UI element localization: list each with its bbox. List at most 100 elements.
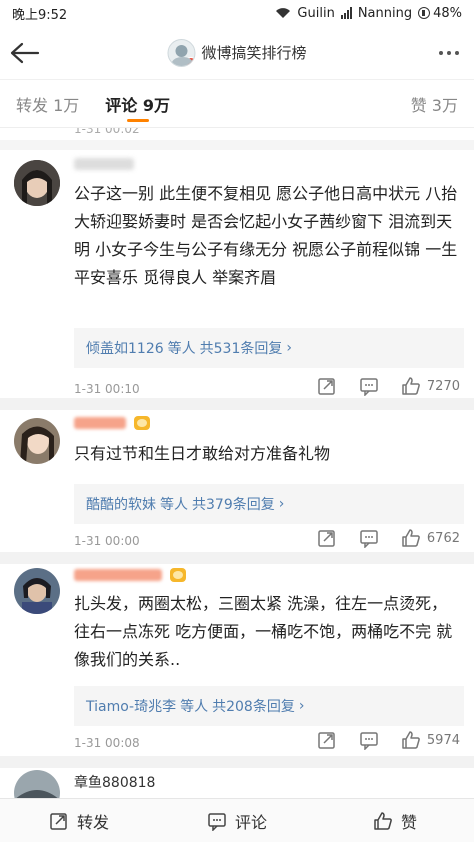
bottom-bar: 转发 评论 赞	[0, 798, 474, 842]
comment-text: 扎头发，两圈太松，三圈太紧 洗澡，往左一点烫死，往右一点冻死 吃方便面，一桶吃不…	[74, 594, 453, 669]
comment-item: 只有过节和生日才敢给对方准备礼物 酷酷的软妹 等人 共379条回复 › 1-31…	[0, 410, 474, 552]
comment-text: 公子这一别 此生便不复相见 愿公子他日高中状元 八抬大轿迎娶娇妻时 是否会忆起小…	[74, 184, 458, 287]
replies-preview[interactable]: 酷酷的软妹 等人 共379条回复 ›	[74, 484, 464, 524]
thumbs-up-icon	[402, 377, 420, 395]
back-button[interactable]	[0, 26, 50, 80]
carrier-1: Guilin	[297, 5, 335, 21]
verified-badge-icon	[185, 56, 195, 66]
replies-mid: 等人	[160, 497, 188, 513]
comment-item: 公子这一别 此生便不复相见 愿公子他日高中状元 八抬大轿迎娶娇妻时 是否会忆起小…	[0, 150, 474, 406]
tab-comments[interactable]: 评论 9万	[105, 80, 170, 128]
repost-button[interactable]: 转发	[0, 799, 158, 842]
like-button[interactable]: 6762	[401, 528, 460, 548]
replies-count[interactable]: 共379条回复	[192, 494, 275, 514]
thumbs-up-icon	[402, 529, 420, 547]
battery: 48%	[418, 6, 462, 21]
chevron-right-icon: ›	[298, 698, 305, 714]
status-bar: 晚上9:52 Guilin Nanning 48%	[0, 0, 474, 26]
comment-feed[interactable]: 1-31 00:02 公子这一别 此生便不复相见 愿公子他日高中状元 八抬大轿迎…	[0, 128, 474, 798]
nav-bar: 微博搞笑排行榜	[0, 26, 474, 80]
like-button[interactable]: 7270	[401, 376, 460, 396]
replies-count[interactable]: 共531条回复	[200, 338, 283, 358]
repost-icon	[50, 812, 67, 830]
divider	[0, 140, 474, 150]
comment-time: 1-31 00:08	[74, 736, 140, 750]
comment-text: 只有过节和生日才敢给对方准备礼物	[74, 444, 331, 463]
like-button[interactable]: 5974	[401, 730, 460, 750]
replies-mid: 等人	[167, 341, 196, 357]
avatar-image	[14, 770, 60, 798]
like-count: 7270	[426, 378, 460, 394]
commenter-name[interactable]	[74, 568, 186, 582]
comment-time: 1-31 00:00	[74, 534, 140, 548]
repost-label: 转发	[76, 812, 109, 832]
comment-label: 评论	[234, 812, 267, 832]
status-time: 晚上9:52	[12, 7, 68, 23]
thumbs-up-icon	[402, 731, 420, 749]
divider	[0, 756, 474, 768]
repost-icon[interactable]	[317, 528, 337, 548]
divider	[0, 398, 474, 410]
commenter-name[interactable]: 章鱼880818	[74, 772, 155, 792]
more-dot-icon	[439, 50, 443, 55]
like-count: 5974	[426, 732, 460, 748]
avatar-image	[14, 160, 60, 206]
more-button[interactable]	[424, 26, 474, 80]
repost-icon[interactable]	[317, 376, 337, 396]
avatar[interactable]	[14, 418, 60, 464]
commenter-name[interactable]	[74, 416, 150, 430]
like-label: 赞	[400, 812, 417, 832]
replies-user[interactable]: 酷酷的软妹	[86, 494, 156, 514]
like-button[interactable]: 赞	[316, 799, 474, 842]
chevron-right-icon: ›	[278, 496, 285, 512]
replies-preview[interactable]: Tiamo-琦兆李 等人 共208条回复 ›	[74, 686, 464, 726]
comment-actions: 5974	[317, 730, 460, 750]
more-dot-icon	[455, 50, 459, 55]
comment-icon[interactable]	[359, 730, 379, 750]
comment-icon[interactable]	[359, 528, 379, 548]
back-arrow-icon	[10, 42, 40, 63]
comment-icon	[208, 812, 226, 831]
wifi-icon	[276, 8, 291, 18]
replies-count[interactable]: 共208条回复	[212, 696, 295, 716]
blurred-name	[74, 417, 126, 429]
avatar-image	[14, 568, 60, 614]
divider	[0, 552, 474, 564]
more-dot-icon	[447, 50, 451, 55]
comment-actions: 7270	[317, 376, 460, 396]
thumbs-up-icon	[374, 811, 392, 830]
comment-actions: 6762	[317, 528, 460, 548]
comment-icon[interactable]	[359, 376, 379, 396]
avatar[interactable]	[14, 770, 60, 798]
like-count: 6762	[426, 530, 460, 546]
comment-item: 扎头发，两圈太松，三圈太紧 洗澡，往左一点烫死，往右一点冻死 吃方便面，一桶吃不…	[0, 564, 474, 756]
replies-user[interactable]: Tiamo-琦兆李	[86, 696, 176, 716]
signal-icon	[340, 7, 352, 19]
blurred-name	[74, 158, 134, 170]
comment-item: 章鱼880818	[0, 768, 474, 798]
vip-crown-icon	[170, 568, 186, 582]
avatar[interactable]	[14, 160, 60, 206]
account-title: 微博搞笑排行榜	[201, 44, 307, 62]
nav-account[interactable]: 微博搞笑排行榜	[167, 38, 307, 67]
tabs: 转发 1万 评论 9万 赞 3万	[0, 80, 474, 128]
commenter-name[interactable]	[74, 158, 138, 170]
battery-icon	[418, 7, 431, 19]
tab-reposts[interactable]: 转发 1万	[16, 80, 79, 128]
tab-likes[interactable]: 赞 3万	[411, 80, 458, 128]
chevron-right-icon: ›	[286, 340, 292, 356]
blurred-name	[74, 569, 162, 581]
status-right: Guilin Nanning 48%	[275, 6, 462, 21]
battery-level: 48%	[433, 5, 462, 21]
repost-icon[interactable]	[317, 730, 337, 750]
replies-user[interactable]: 倾盖如1126	[86, 338, 164, 358]
vip-crown-icon	[134, 416, 150, 430]
account-avatar[interactable]	[167, 38, 196, 67]
avatar-image	[14, 418, 60, 464]
carrier-2: Nanning	[357, 5, 413, 21]
replies-preview[interactable]: 倾盖如1126 等人 共531条回复 ›	[74, 328, 464, 368]
partial-comment-time: 1-31 00:02	[74, 128, 140, 136]
comment-time: 1-31 00:10	[74, 382, 140, 396]
avatar[interactable]	[14, 568, 60, 614]
comment-button[interactable]: 评论	[158, 799, 316, 842]
